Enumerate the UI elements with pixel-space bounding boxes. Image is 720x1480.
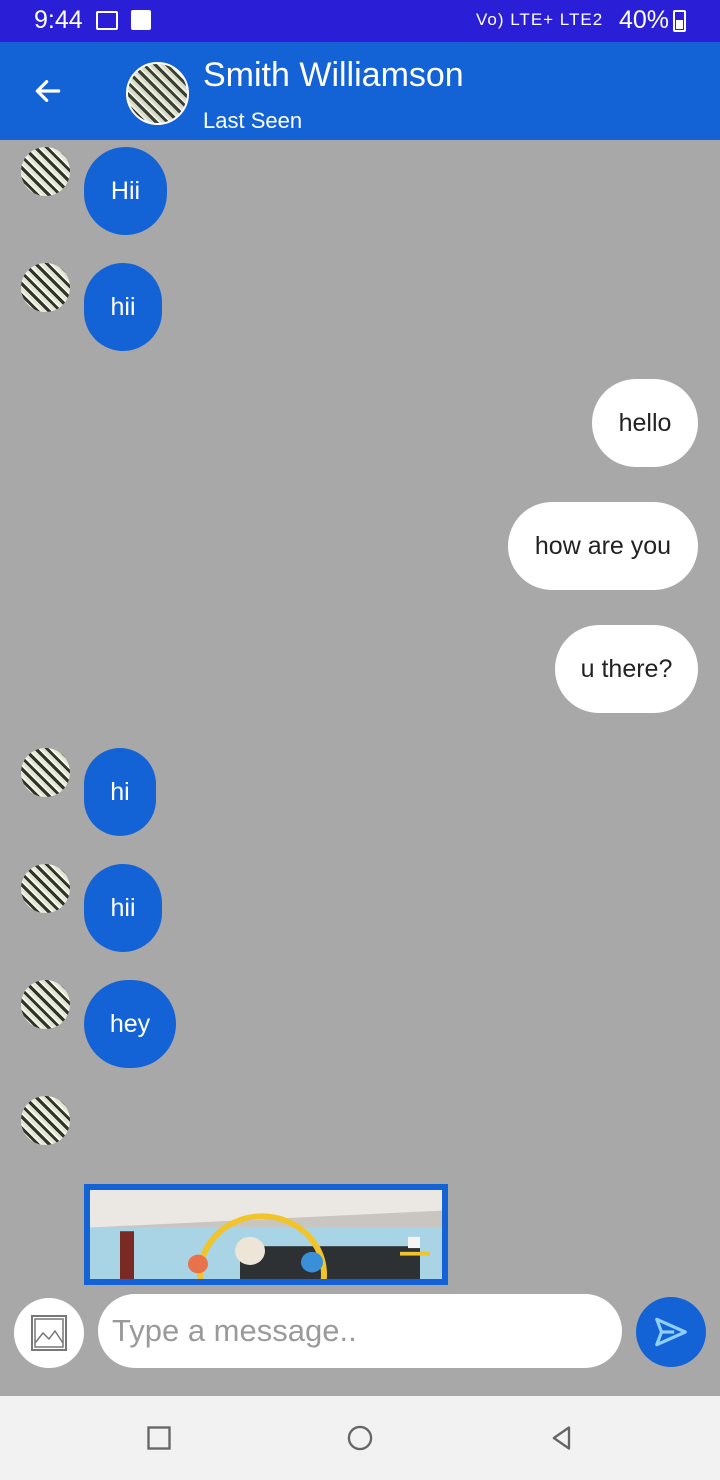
outgoing-message[interactable]: how are you — [508, 502, 698, 590]
sender-avatar — [21, 980, 70, 1029]
back-triangle-icon — [552, 1426, 571, 1450]
contact-avatar[interactable] — [126, 62, 189, 125]
send-icon — [655, 1317, 687, 1347]
check-icon — [131, 10, 151, 30]
sender-avatar — [21, 864, 70, 913]
attach-image-button[interactable] — [14, 1298, 84, 1368]
send-button[interactable] — [636, 1297, 706, 1367]
sender-avatar — [21, 147, 70, 196]
battery-level: 40% — [619, 6, 670, 34]
message-composer — [0, 1285, 720, 1396]
recents-icon — [147, 1426, 171, 1450]
image-message[interactable] — [84, 1184, 448, 1285]
outgoing-message[interactable]: u there? — [555, 625, 698, 713]
system-back-button[interactable] — [540, 1416, 584, 1460]
status-time: 9:44 — [34, 6, 83, 34]
contact-name[interactable]: Smith Williamson — [203, 56, 464, 95]
incoming-message[interactable]: hii — [84, 263, 162, 351]
sender-avatar — [21, 1096, 70, 1145]
gallery-icon — [96, 11, 118, 30]
incoming-message[interactable]: Hii — [84, 147, 167, 235]
outgoing-message[interactable]: hello — [592, 379, 698, 467]
incoming-message[interactable]: hii — [84, 864, 162, 952]
shared-photo — [90, 1190, 442, 1279]
sender-avatar — [21, 263, 70, 312]
arrow-left-icon — [35, 80, 61, 102]
status-bar: 9:44 Vo) LTE+ LTE2 40% — [0, 0, 720, 42]
home-button[interactable] — [338, 1416, 382, 1460]
recents-button[interactable] — [137, 1416, 181, 1460]
message-input[interactable] — [98, 1294, 622, 1368]
battery-icon — [673, 10, 686, 32]
incoming-message[interactable]: hey — [84, 980, 176, 1068]
contact-last-seen: Last Seen — [203, 108, 303, 133]
chat-header: Smith Williamson Last Seen — [0, 42, 720, 140]
back-button[interactable] — [22, 67, 74, 115]
image-icon — [31, 1315, 67, 1351]
network-indicator: Vo) LTE+ LTE2 — [476, 10, 604, 29]
system-nav-bar — [0, 1396, 720, 1480]
sender-avatar — [21, 748, 70, 797]
incoming-message[interactable]: hi — [84, 748, 156, 836]
home-icon — [347, 1425, 373, 1451]
